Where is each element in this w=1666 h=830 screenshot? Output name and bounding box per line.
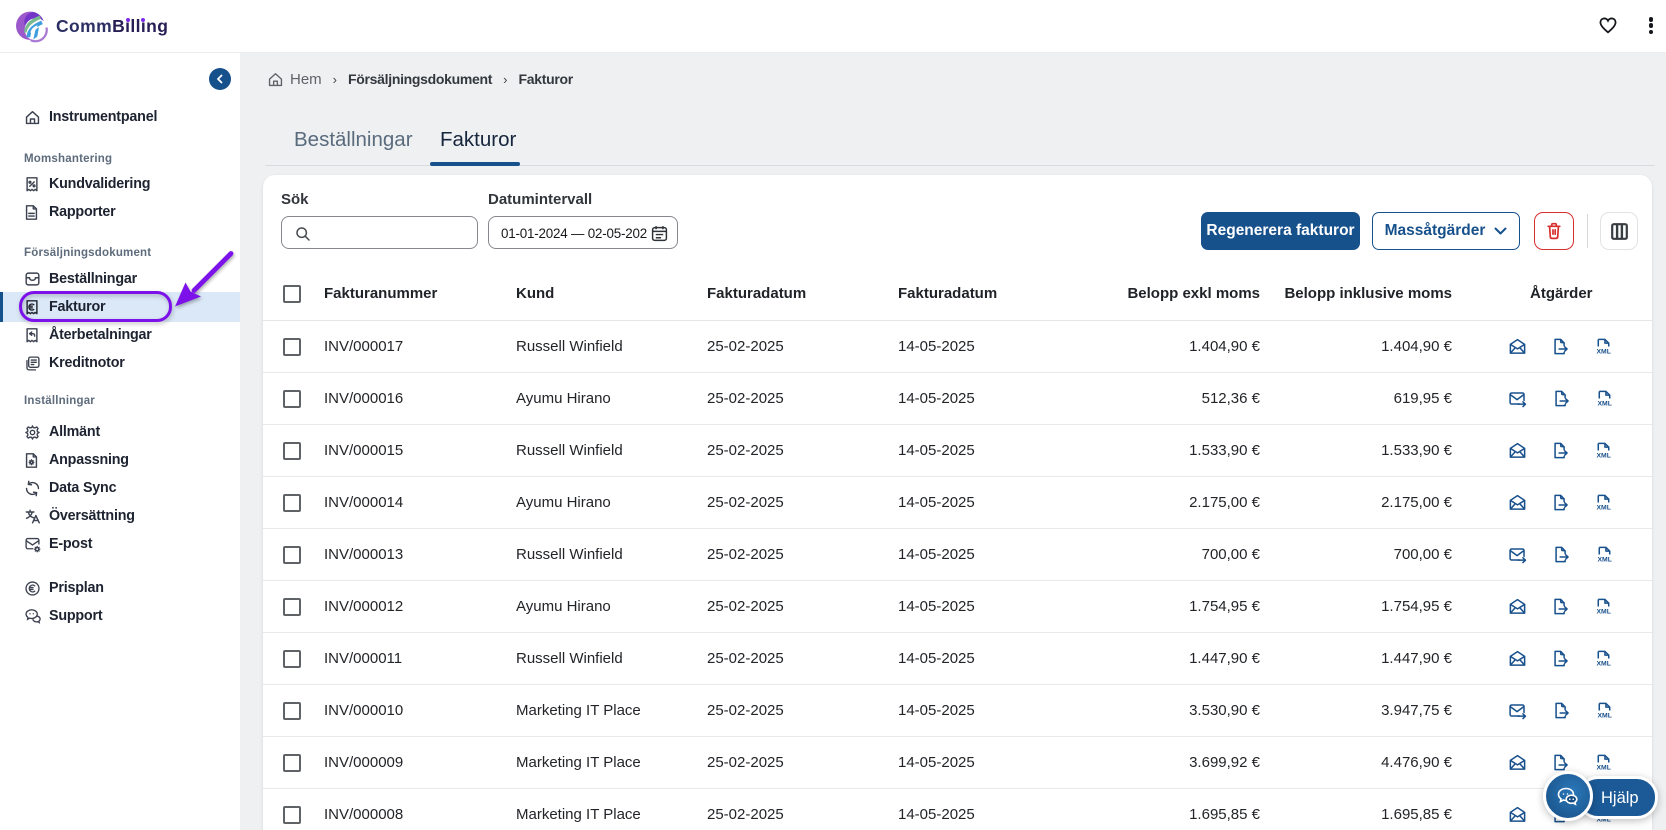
svg-text:XML: XML [1596, 505, 1610, 512]
svg-text:XML: XML [1597, 557, 1611, 564]
svg-text:XML: XML [1596, 661, 1610, 668]
svg-text:XML: XML [1596, 609, 1610, 616]
svg-text:XML: XML [1597, 401, 1611, 408]
svg-text:XML: XML [1596, 453, 1610, 460]
svg-text:XML: XML [1596, 765, 1610, 772]
svg-text:XML: XML [1596, 349, 1610, 356]
svg-text:XML: XML [1597, 713, 1611, 720]
